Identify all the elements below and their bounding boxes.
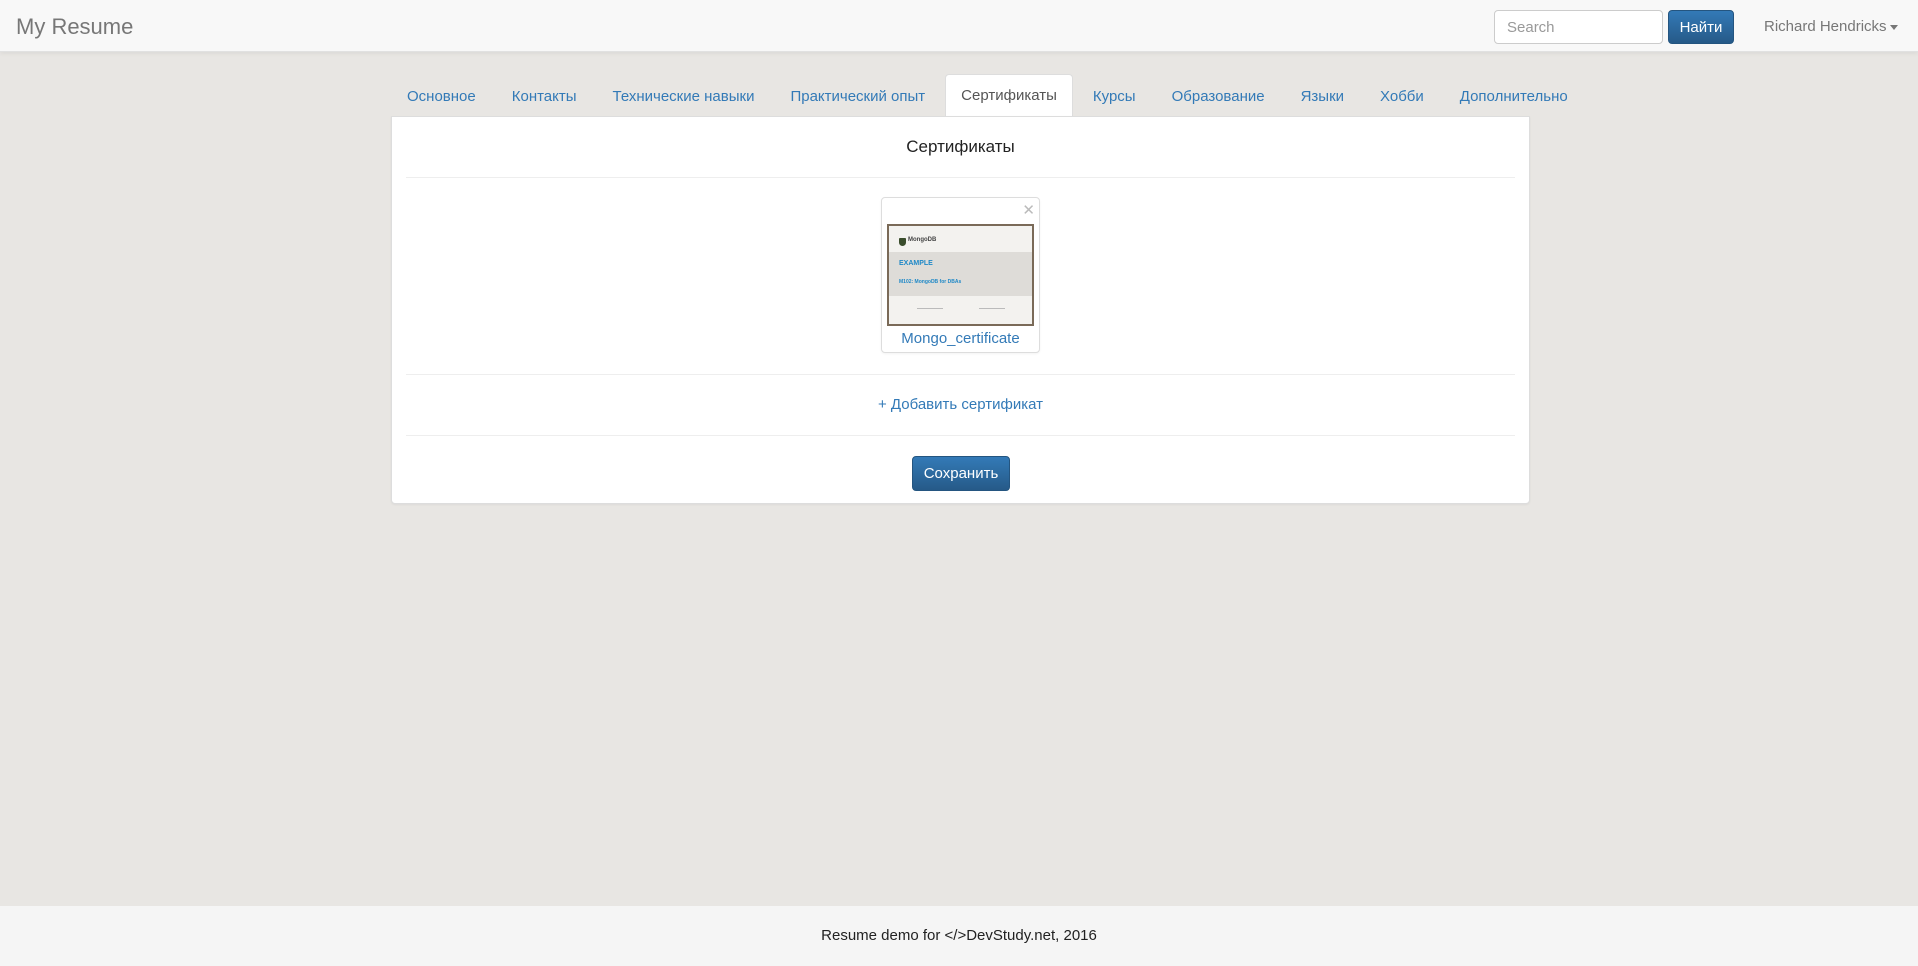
footer: Resume demo for </>DevStudy.net, 2016 bbox=[0, 906, 1918, 966]
brand-link[interactable]: My Resume bbox=[16, 14, 133, 40]
tab-courses[interactable]: Курсы bbox=[1077, 75, 1152, 116]
tab-contacts[interactable]: Контакты bbox=[496, 75, 593, 116]
thumbnail-signature-line bbox=[979, 308, 1005, 309]
tab-tech-skills[interactable]: Технические навыки bbox=[597, 75, 771, 116]
thumbnail-brand: MongoDB bbox=[908, 237, 937, 243]
certificate-name-link[interactable]: Mongo_certificate bbox=[882, 330, 1039, 347]
thumbnail-band bbox=[889, 252, 1032, 296]
thumbnail-signature-line bbox=[917, 308, 943, 309]
divider bbox=[406, 374, 1515, 375]
panel-title: Сертификаты bbox=[906, 137, 1015, 156]
certificates-panel: Сертификаты ✕ MongoDB EXAMPLE M102: Mong… bbox=[391, 116, 1530, 504]
thumbnail-course: M102: MongoDB for DBAs bbox=[899, 279, 962, 285]
tab-languages[interactable]: Языки bbox=[1285, 75, 1360, 116]
close-icon[interactable]: ✕ bbox=[1022, 203, 1035, 218]
user-name: Richard Hendricks bbox=[1764, 18, 1887, 35]
user-menu-dropdown[interactable]: Richard Hendricks bbox=[1764, 18, 1898, 35]
certificate-card: ✕ MongoDB EXAMPLE M102: MongoDB for DBAs… bbox=[881, 197, 1040, 353]
search-button[interactable]: Найти bbox=[1668, 10, 1734, 44]
section-tabs: Основное Контакты Технические навыки Пра… bbox=[391, 74, 1588, 116]
search-input[interactable] bbox=[1494, 10, 1663, 44]
save-button[interactable]: Сохранить bbox=[912, 456, 1010, 491]
tab-education[interactable]: Образование bbox=[1156, 75, 1281, 116]
tab-experience[interactable]: Практический опыт bbox=[774, 75, 941, 116]
mongodb-leaf-icon bbox=[899, 238, 906, 246]
tab-additional[interactable]: Дополнительно bbox=[1444, 75, 1584, 116]
tab-certificates[interactable]: Сертификаты bbox=[945, 74, 1073, 116]
divider bbox=[406, 177, 1515, 178]
caret-down-icon bbox=[1889, 24, 1898, 30]
add-certificate-link[interactable]: + Добавить сертификат bbox=[392, 396, 1529, 413]
tab-hobbies[interactable]: Хобби bbox=[1364, 75, 1440, 116]
certificate-thumbnail[interactable]: MongoDB EXAMPLE M102: MongoDB for DBAs bbox=[887, 224, 1034, 326]
divider bbox=[406, 435, 1515, 436]
navbar: My Resume Найти Richard Hendricks bbox=[0, 0, 1918, 52]
thumbnail-example: EXAMPLE bbox=[899, 260, 933, 267]
tab-main[interactable]: Основное bbox=[391, 75, 492, 116]
footer-text: Resume demo for </>DevStudy.net, 2016 bbox=[821, 927, 1097, 944]
